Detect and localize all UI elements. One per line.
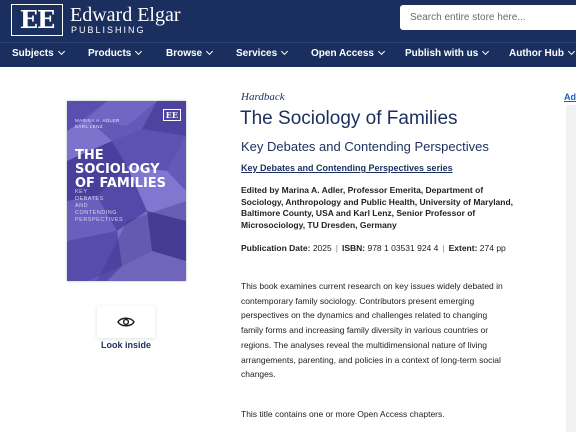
nav-item-author-hub[interactable]: Author Hub — [509, 47, 576, 59]
chevron-down-icon — [281, 47, 289, 56]
page-title: The Sociology of Families — [240, 108, 458, 129]
eye-icon — [117, 317, 135, 327]
site-header: EE Edward Elgar PUBLISHING Search entire… — [0, 0, 576, 42]
book-cover[interactable]: EE MARINA A. ADLER KARL LENZ THE SOCIOLO… — [67, 101, 186, 281]
chevron-down-icon — [567, 47, 576, 56]
product-format: Hardback — [241, 91, 285, 103]
nav-item-label: Services — [236, 48, 278, 59]
main-nav: Subjects Products Browse Services Open A… — [0, 42, 576, 67]
nav-item-label: Products — [88, 48, 132, 59]
page-subtitle: Key Debates and Contending Perspectives — [241, 139, 489, 154]
side-link[interactable]: Ad — [564, 92, 576, 102]
nav-item-publish-with-us[interactable]: Publish with us — [405, 47, 490, 59]
cover-title: THE SOCIOLOGY OF FAMILIES — [75, 148, 167, 191]
search-input[interactable]: Search entire store here... — [400, 5, 576, 30]
logo-name[interactable]: Edward Elgar — [70, 4, 181, 26]
nav-item-subjects[interactable]: Subjects — [12, 47, 65, 59]
product-meta: Publication Date: 2025 | ISBN: 978 1 03531… — [241, 243, 531, 254]
extent-value: 274 pp — [479, 243, 506, 253]
chevron-down-icon — [135, 47, 143, 56]
isbn-label: ISBN: — [341, 243, 366, 253]
nav-item-label: Browse — [166, 48, 203, 59]
meta-separator: | — [442, 243, 445, 253]
nav-item-open-access[interactable]: Open Access — [311, 47, 386, 59]
nav-item-products[interactable]: Products — [88, 47, 143, 59]
chevron-down-icon — [206, 47, 214, 56]
chevron-down-icon — [377, 47, 386, 56]
cover-publisher-logo: EE — [162, 109, 181, 121]
look-inside-button[interactable] — [97, 306, 155, 338]
open-access-note: This title contains one or more Open Acc… — [241, 409, 445, 419]
editors-text: Edited by Marina A. Adler, Professor Eme… — [241, 185, 514, 230]
product-description: This book examines current research on k… — [241, 281, 503, 380]
publication-date: 2025 — [312, 243, 332, 253]
chevron-down-icon — [57, 47, 65, 56]
nav-item-browse[interactable]: Browse — [166, 47, 214, 59]
isbn-value: 978 1 03531 924 4 — [367, 243, 439, 253]
publication-date-label: Publication Date: — [241, 243, 311, 253]
logo-mark[interactable]: EE — [11, 4, 63, 36]
nav-item-label: Subjects — [12, 48, 54, 59]
nav-item-label: Open Access — [311, 48, 374, 59]
nav-item-label: Publish with us — [405, 48, 479, 59]
cover-subtitle: KEY DEBATES AND CONTENDING PERSPECTIVES — [75, 189, 124, 223]
look-inside-label[interactable]: Look inside — [90, 340, 162, 350]
series-link[interactable]: Key Debates and Contending Perspectives … — [241, 163, 453, 173]
logo-subtitle: PUBLISHING — [71, 25, 146, 35]
nav-item-services[interactable]: Services — [236, 47, 289, 59]
side-panel — [566, 105, 576, 432]
cover-authors: MARINA A. ADLER KARL LENZ — [75, 118, 120, 129]
meta-separator: | — [335, 243, 338, 253]
chevron-down-icon — [482, 47, 490, 56]
extent-label: Extent: — [448, 243, 478, 253]
nav-item-label: Author Hub — [509, 48, 564, 59]
